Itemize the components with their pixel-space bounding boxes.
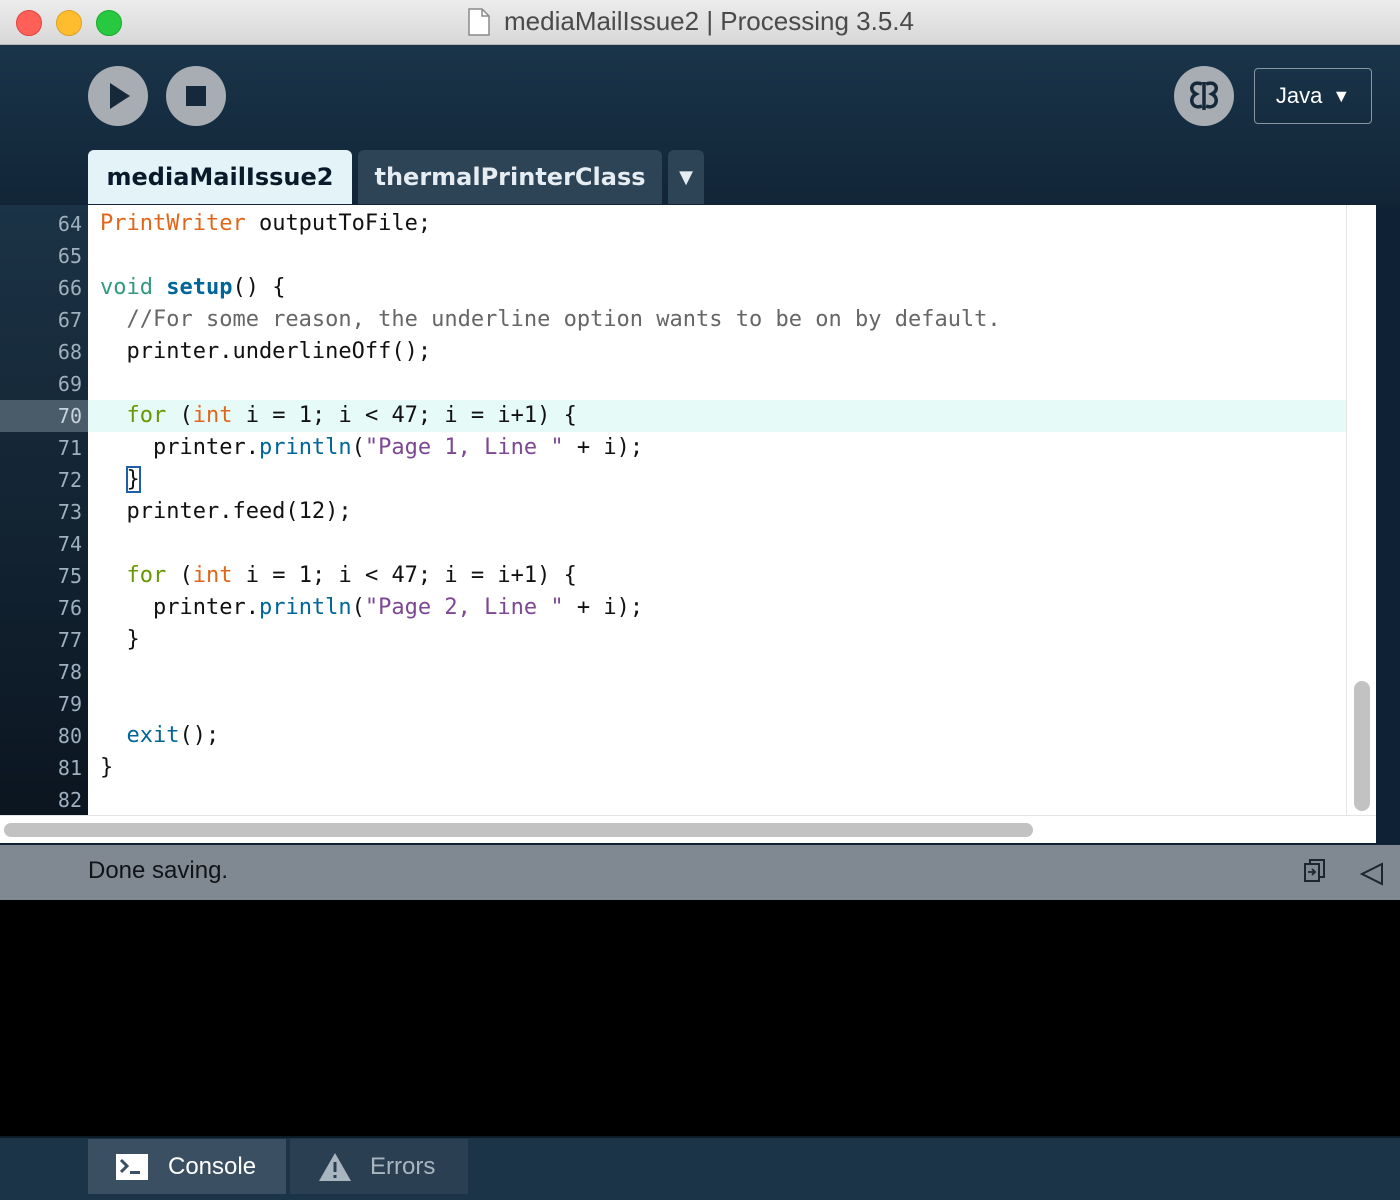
line-number: 74 [57,532,82,556]
matched-brace: } [125,466,141,493]
run-button[interactable] [88,66,148,126]
status-message: Done saving. [88,857,229,884]
current-line-number: 70 [0,400,88,432]
copy-icon[interactable] [1302,858,1328,884]
line-number: 66 [57,276,82,300]
code-line: } [100,464,141,496]
console-output[interactable] [0,900,1400,1136]
status-bar: Done saving. [0,845,1400,900]
window-title-bar: mediaMailIssue2 | Processing 3.5.4 [0,0,1400,45]
stop-button[interactable] [166,66,226,126]
code-line: for (int i = 1; i < 47; i = i+1) { [126,403,577,428]
editor-right-margin [1376,205,1400,845]
stop-icon [186,86,206,106]
code-line: printer.feed(12); [100,499,352,524]
code-comment: //For some reason, the underline option … [100,307,1001,332]
console-tab-label: Console [168,1152,257,1180]
code-line: printer.println("Page 1, Line " + i); [100,435,644,460]
window-title: mediaMailIssue2 | Processing 3.5.4 [504,6,914,36]
line-number: 79 [57,692,82,716]
line-number: 76 [57,596,82,620]
warning-icon [319,1152,351,1181]
tab-menu-button[interactable]: ▼ [668,150,704,204]
tab-errors[interactable]: Errors [290,1139,468,1194]
horizontal-scrollbar[interactable] [0,815,1376,843]
debug-button[interactable] [1174,66,1234,126]
tab-mediamailissue2[interactable]: mediaMailIssue2 [88,150,352,204]
butterfly-icon [1190,81,1218,110]
horizontal-scrollbar-thumb[interactable] [4,823,1033,837]
triangle-left-icon[interactable] [1358,860,1386,888]
code-line: exit(); [126,723,220,748]
vertical-scrollbar-thumb[interactable] [1354,681,1370,811]
mode-selector[interactable]: Java ▼ [1254,68,1372,124]
code-line: PrintWriter outputToFile; [100,211,432,236]
line-number: 82 [57,788,82,812]
code-line: printer.println("Page 2, Line " + i); [100,595,644,620]
minimize-window-button[interactable] [56,10,82,36]
line-number: 64 [57,212,82,236]
code-line: for (int i = 1; i < 47; i = i+1) { [126,563,577,588]
line-number: 73 [57,500,82,524]
zoom-window-button[interactable] [96,10,122,36]
line-number: 77 [57,628,82,652]
code-line: printer.underlineOff(); [100,339,432,364]
chevron-down-icon: ▼ [679,166,693,188]
vertical-scrollbar[interactable] [1346,205,1376,815]
line-number: 81 [57,756,82,780]
line-number: 68 [57,340,82,364]
line-number: 75 [57,564,82,588]
code-line: } [100,755,114,780]
line-number: 72 [57,468,82,492]
line-number: 71 [57,436,82,460]
tab-console[interactable]: Console [88,1139,286,1194]
line-number: 65 [57,244,82,268]
terminal-icon [116,1153,148,1180]
line-number: 67 [57,308,82,332]
document-icon [468,8,490,36]
code-line: } [100,627,140,652]
chevron-down-icon: ▼ [1332,85,1351,106]
code-line: void setup() { [100,275,286,300]
close-window-button[interactable] [16,10,42,36]
mode-label: Java [1275,83,1323,108]
tab-thermalprinterclass[interactable]: thermalPrinterClass [358,150,662,204]
play-icon [110,83,130,109]
line-number: 80 [57,724,82,748]
line-number: 69 [57,372,82,396]
errors-tab-label: Errors [370,1152,436,1180]
line-number: 78 [57,660,82,684]
